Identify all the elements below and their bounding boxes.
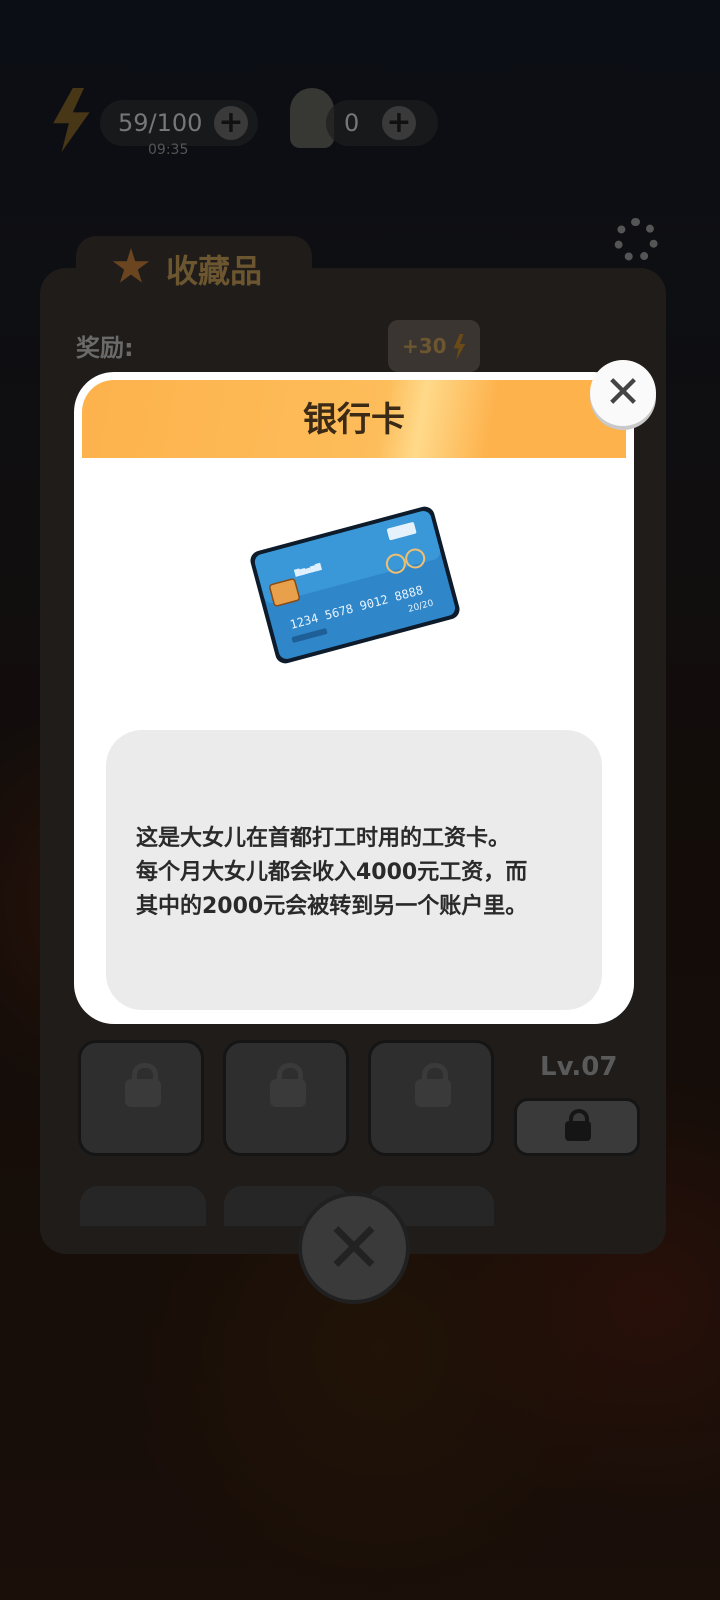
hint-value: 0 <box>344 109 360 137</box>
gear-icon[interactable] <box>614 218 658 262</box>
lock-icon <box>415 1063 451 1107</box>
add-hint-button[interactable]: + <box>382 106 416 140</box>
description-line: 每个月大女儿都会收入4000元工资，而 <box>136 860 528 885</box>
modal-close-button[interactable]: ✕ <box>590 360 656 426</box>
collection-slot[interactable] <box>78 1040 204 1156</box>
level-unlock-button[interactable] <box>514 1098 640 1156</box>
lock-icon <box>270 1063 306 1107</box>
modal-header: 银行卡 <box>82 380 626 458</box>
reward-label: 奖励: <box>76 334 134 362</box>
bank-card-image: ▇▆▅▆▇ 1234 5678 9012 8888 20/20 <box>250 500 460 674</box>
reward-value: +30 <box>402 334 447 358</box>
item-description: 这是大女儿在首都打工时用的工资卡。 每个月大女儿都会收入4000元工资，而 其中… <box>136 822 582 924</box>
description-line: 其中的2000元会被转到另一个账户里。 <box>136 894 528 919</box>
reward-badge: +30 <box>388 320 480 372</box>
item-description-box: 这是大女儿在首都打工时用的工资卡。 每个月大女儿都会收入4000元工资，而 其中… <box>106 730 602 1010</box>
collection-slot[interactable] <box>80 1186 206 1226</box>
collection-slot[interactable] <box>368 1040 494 1156</box>
modal-title: 银行卡 <box>303 400 405 440</box>
energy-value: 59/100 <box>118 109 203 137</box>
collection-panel-title: 收藏品 <box>166 252 263 290</box>
add-energy-button[interactable]: + <box>214 106 248 140</box>
close-icon: ✕ <box>604 367 642 418</box>
energy-timer: 09:35 <box>148 142 189 158</box>
collection-slot[interactable] <box>223 1040 349 1156</box>
locked-level-label: Lv.07 <box>540 1052 618 1082</box>
panel-close-button[interactable]: ✕ <box>298 1192 410 1304</box>
description-line: 这是大女儿在首都打工时用的工资卡。 <box>136 826 511 851</box>
lock-icon <box>565 1109 591 1141</box>
lock-icon <box>125 1063 161 1107</box>
